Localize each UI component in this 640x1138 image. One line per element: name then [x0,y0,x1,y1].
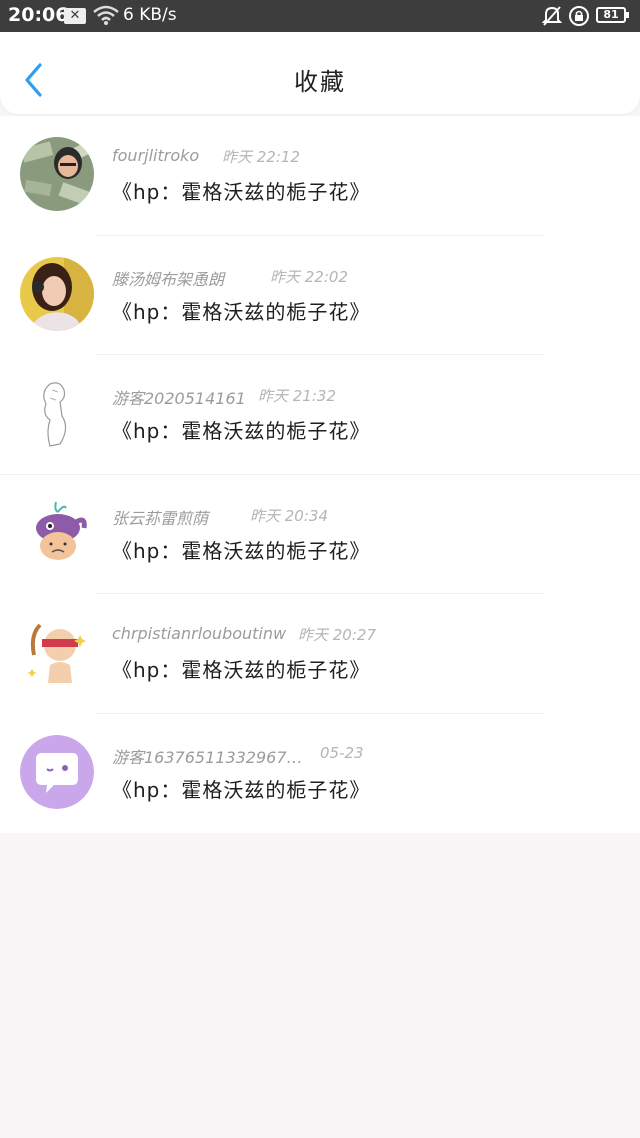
list-item[interactable]: 张云荪雷煎荫 昨天 20:34 《hp：霍格沃兹的栀子花》 [0,475,640,594]
timestamp: 昨天 20:27 [298,626,376,644]
timestamp: 05-23 [320,743,364,762]
user-name: fourjlitroko [112,146,200,165]
battery-icon: 81 [596,7,629,23]
list-item[interactable]: 游客16376511332967… 05-23 《hp：霍格沃兹的栀子花》 [0,714,640,834]
rotation-lock-icon [569,6,589,26]
list-item[interactable]: 滕汤姆布架恿朗 昨天 22:02 《hp：霍格沃兹的栀子花》 [0,236,640,355]
user-name: 游客2020514161 [112,389,246,408]
user-name: chrpistianrlouboutinw [112,624,287,643]
avatar[interactable] [20,256,94,331]
list-item[interactable]: fourjlitroko 昨天 22:12 《hp：霍格沃兹的栀子花》 [0,116,640,236]
timestamp: 昨天 22:02 [270,267,348,286]
avatar[interactable] [20,615,94,689]
book-title: 《hp：霍格沃兹的栀子花》 [112,777,371,802]
avatar[interactable] [20,495,94,570]
avatar[interactable] [20,137,94,211]
user-name: 游客16376511332967… [112,747,303,767]
notification-x-icon: ✕ [64,8,86,24]
list-item[interactable]: 游客2020514161 昨天 21:32 《hp：霍格沃兹的栀子花》 [0,355,640,475]
timestamp: 昨天 21:32 [258,387,336,405]
book-title: 《hp：霍格沃兹的栀子花》 [112,658,371,682]
user-name: 张云荪雷煎荫 [112,508,209,528]
status-bar: 20:06 ✕ 6 KB/s 81 [0,0,640,32]
status-time: 20:06 [8,4,69,26]
book-title: 《hp：霍格沃兹的栀子花》 [112,299,371,324]
timestamp: 昨天 20:34 [250,506,328,525]
bell-off-icon [542,6,562,26]
book-title: 《hp：霍格沃兹的栀子花》 [112,180,371,204]
header-bar: 收藏 [0,32,640,114]
avatar[interactable] [20,376,94,450]
list-item[interactable]: chrpistianrlouboutinw 昨天 20:27 《hp：霍格沃兹的… [0,594,640,714]
wifi-icon [93,5,119,25]
avatar[interactable] [20,734,94,809]
favorites-list: fourjlitroko 昨天 22:12 《hp：霍格沃兹的栀子花》 滕汤姆布… [0,116,640,833]
book-title: 《hp：霍格沃兹的栀子花》 [112,419,371,443]
timestamp: 昨天 22:12 [222,148,300,166]
user-name: 滕汤姆布架恿朗 [112,269,225,289]
page-title: 收藏 [294,68,346,96]
network-speed: 6 KB/s [123,5,177,25]
book-title: 《hp：霍格沃兹的栀子花》 [112,538,371,563]
